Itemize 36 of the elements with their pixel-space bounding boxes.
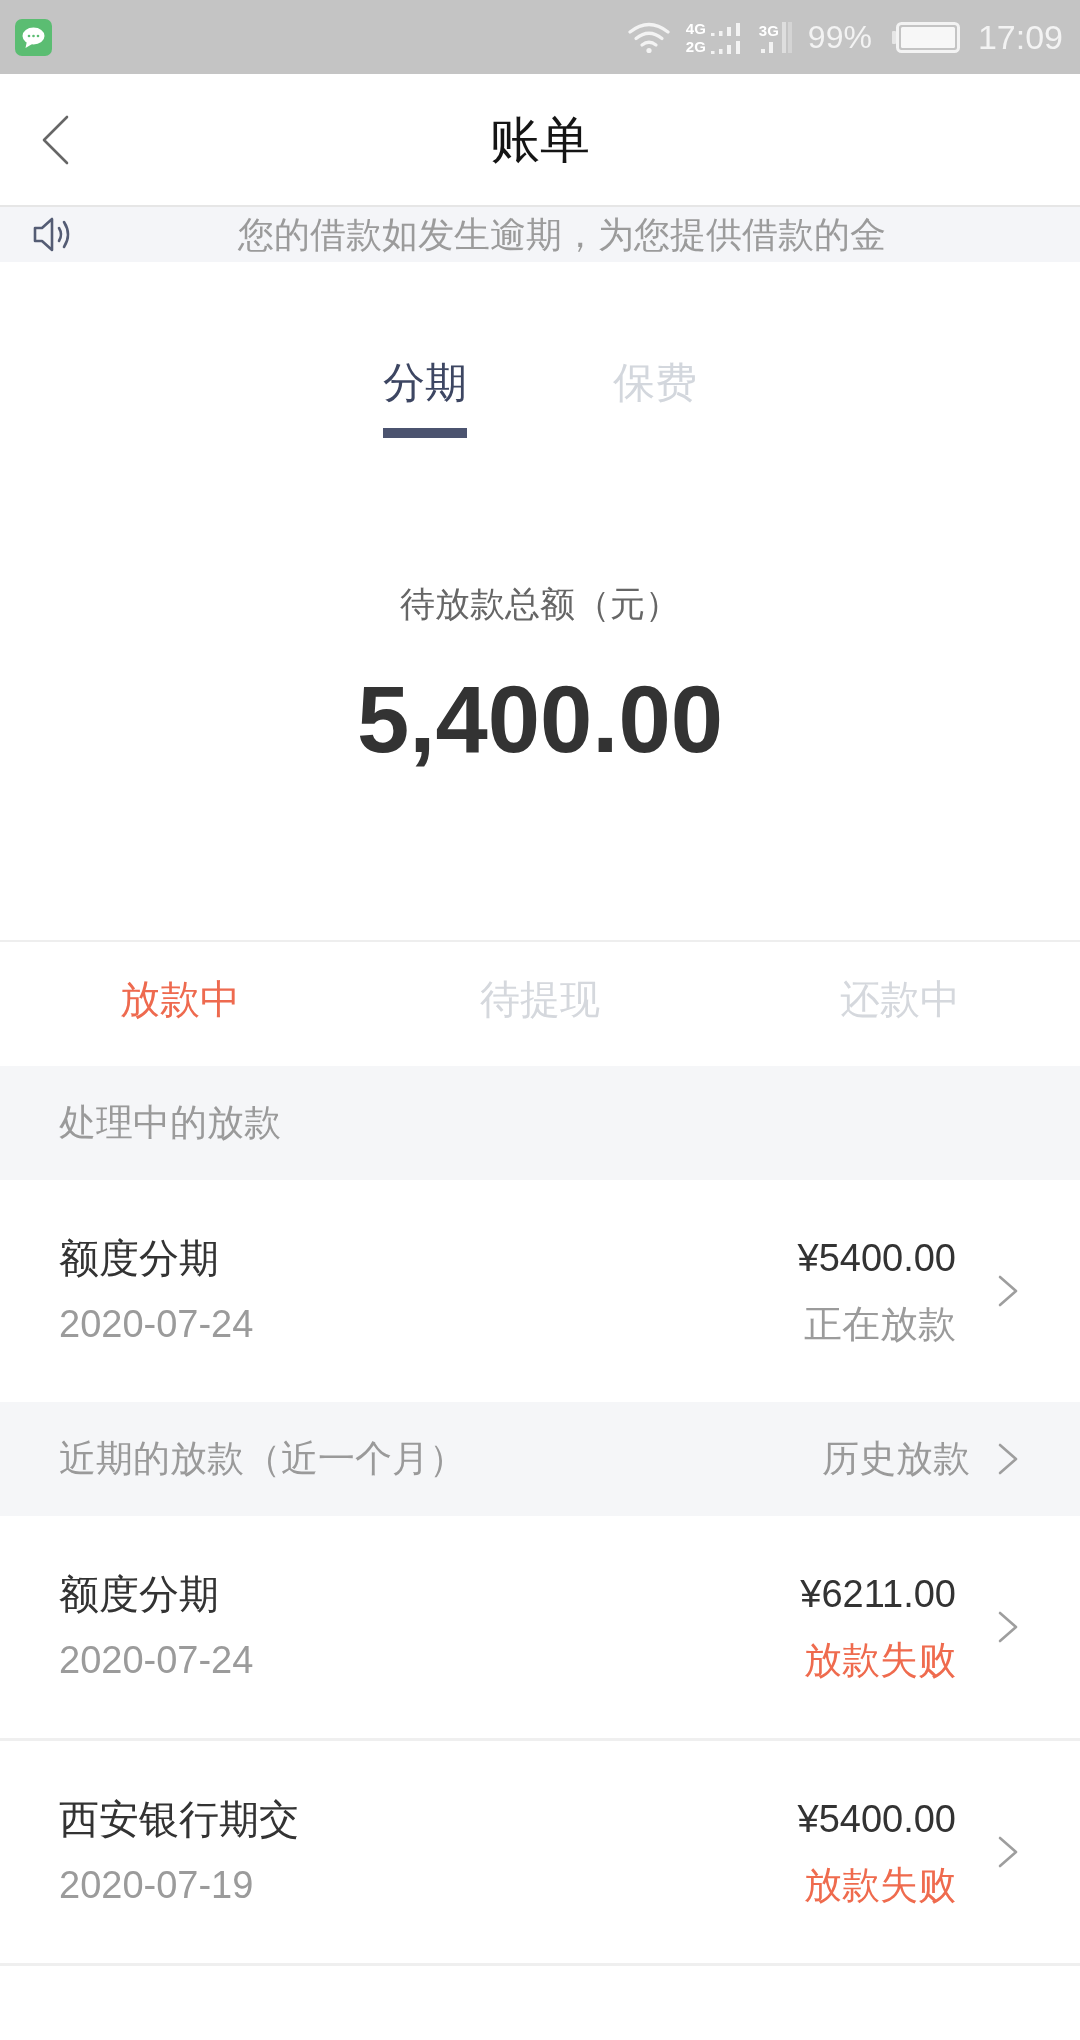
chevron-icon[interactable] xyxy=(998,1611,1018,1643)
chevron-icon[interactable] xyxy=(998,1836,1018,1868)
loan-status: 正在放款 xyxy=(804,1302,956,1347)
loan-status: 放款失败 xyxy=(804,1863,956,1908)
loan-date: 2020-07-24 xyxy=(59,1638,254,1683)
section-title: 处理中的放款 xyxy=(59,1101,281,1145)
network-type-label: 4G xyxy=(685,20,706,36)
section-title: 近期的放款（近一个月） xyxy=(59,1437,466,1481)
summary-amount: 5,400.00 xyxy=(357,666,723,774)
loan-name: 额度分期 xyxy=(59,1235,219,1282)
loan-amount: ¥5400.00 xyxy=(797,1236,956,1281)
loan-name: 额度分期 xyxy=(59,1571,219,1618)
notice-text: 您的借款如发生逾期，为您提供借款的金 xyxy=(238,212,886,257)
loan-date: 2020-07-19 xyxy=(59,1863,254,1908)
chevron-icon[interactable] xyxy=(998,1443,1018,1475)
chat-app-icon xyxy=(15,18,52,56)
signal-icon xyxy=(781,21,792,53)
battery-icon xyxy=(891,21,960,53)
signal-icon xyxy=(758,39,775,53)
network-type-label: 3G xyxy=(758,22,779,38)
page-title: 账单 xyxy=(490,110,590,170)
summary-label: 待放款总额（元） xyxy=(400,583,680,625)
loan-amount: ¥5400.00 xyxy=(797,1797,956,1842)
network-type-label: 2G xyxy=(685,38,706,54)
loan-amount: ¥6211.00 xyxy=(800,1572,956,1617)
history-link[interactable]: 历史放款 xyxy=(822,1435,1018,1483)
loan-name: 西安银行期交 xyxy=(59,1796,299,1843)
status-tab[interactable]: 放款中 xyxy=(120,974,240,1024)
product-tab[interactable]: 分期 xyxy=(383,359,467,438)
loan-status: 放款失败 xyxy=(804,1638,956,1683)
signal-icon xyxy=(710,22,741,36)
back-icon[interactable] xyxy=(41,114,69,165)
signal-icon xyxy=(710,40,741,54)
wifi-icon xyxy=(627,20,670,54)
chevron-icon[interactable] xyxy=(998,1275,1018,1307)
loan-date: 2020-07-24 xyxy=(59,1302,254,1347)
